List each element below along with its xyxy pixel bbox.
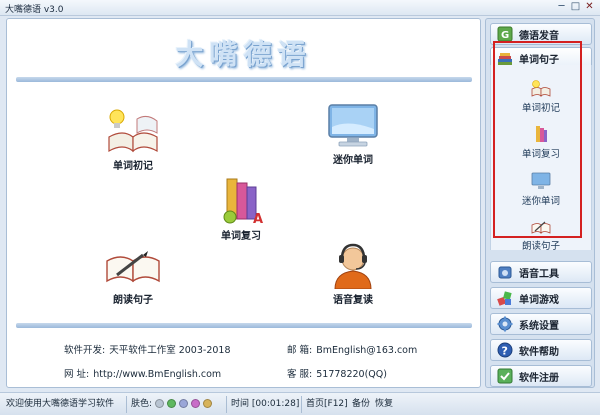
- status-divider: [226, 396, 227, 413]
- sub-item-label: 单词初记: [521, 103, 560, 114]
- info-label: 邮 箱:: [287, 345, 313, 356]
- time-value: [00:01:28]: [251, 399, 300, 409]
- window-controls: ─ □ ✕: [556, 2, 595, 13]
- info-website: 网 址: http://www.BmEnglish.com: [64, 366, 221, 380]
- book-lightbulb-icon: [108, 109, 158, 153]
- game-blocks-icon: [497, 291, 512, 306]
- info-value: http://www.BmEnglish.com: [93, 369, 222, 380]
- gear-icon: [497, 316, 513, 332]
- open-book-pen-icon: [106, 251, 160, 283]
- feature-label: 语音复读: [333, 295, 373, 306]
- info-value: BmEnglish@163.com: [316, 345, 418, 356]
- app-title: 大嘴德语: [175, 38, 312, 71]
- svg-text:G: G: [501, 30, 509, 41]
- help-icon: ?: [497, 342, 513, 358]
- status-divider: [126, 396, 127, 413]
- backup-button[interactable]: 备份: [352, 397, 370, 412]
- sub-item-word-review[interactable]: 单词复习: [491, 125, 591, 160]
- feature-label: 朗读句子: [113, 295, 153, 306]
- skin-label: 肤色:: [131, 399, 153, 409]
- skin-color-4[interactable]: [191, 399, 201, 408]
- books-stack-icon: A: [223, 178, 263, 225]
- sub-item-label: 朗读句子: [521, 241, 560, 252]
- status-divider: [301, 396, 302, 413]
- window-title: 大嘴德语 v3.0: [5, 5, 64, 15]
- time-label: 时间: [231, 399, 250, 409]
- monitor-icon: [531, 172, 551, 189]
- divider-top: [16, 77, 472, 82]
- feature-word-first-memorize[interactable]: 单词初记: [93, 107, 173, 172]
- register-icon: [497, 368, 513, 384]
- feature-voice-repeat[interactable]: 语音复读: [313, 241, 393, 306]
- feature-label: 迷你单词: [333, 155, 373, 166]
- home-button[interactable]: 首页[F12]: [306, 397, 348, 412]
- monitor-icon: [328, 104, 378, 147]
- skin-selector: 肤色:: [131, 397, 213, 412]
- sidebar-item-label: 语音工具: [519, 268, 559, 280]
- info-value: 51778220(QQ): [316, 369, 387, 380]
- books-icon: [498, 53, 512, 65]
- lightbulb-book-icon: [531, 80, 551, 97]
- info-service: 客 服: 51778220(QQ): [287, 366, 387, 380]
- feature-label: 单词复习: [221, 231, 261, 242]
- restore-button[interactable]: 恢复: [375, 397, 393, 412]
- maximize-button[interactable]: □: [570, 2, 581, 13]
- info-label: 网 址:: [64, 369, 90, 380]
- sidebar-item-register[interactable]: 软件注册: [490, 365, 592, 387]
- main-panel: 大嘴德语 单词初记 迷你单词 A 单词复习 朗读句子 语音复读 软件开发: 天平…: [6, 18, 481, 388]
- minimize-button[interactable]: ─: [556, 2, 567, 13]
- info-developer: 软件开发: 天平软件工作室 2003-2018: [64, 342, 231, 356]
- sidebar-item-label: 单词游戏: [519, 294, 559, 306]
- sidebar-item-settings[interactable]: 系统设置: [490, 313, 592, 335]
- sub-item-word-first[interactable]: 单词初记: [491, 79, 591, 114]
- svg-text:A: A: [253, 212, 263, 225]
- title-bar: 大嘴德语 v3.0 ─ □ ✕: [0, 0, 600, 16]
- sub-menu-panel: 单词初记 单词复习 迷你单词 朗读句子: [490, 65, 592, 252]
- sub-item-read-sentences[interactable]: 朗读句子: [491, 217, 591, 252]
- sidebar-item-word-games[interactable]: 单词游戏: [490, 287, 592, 309]
- status-time: 时间 [00:01:28]: [231, 397, 299, 412]
- feature-word-review[interactable]: A 单词复习: [201, 177, 281, 242]
- feature-read-sentences[interactable]: 朗读句子: [93, 241, 173, 306]
- sidebar: G 德语发音 单词句子 单词初记 单词复习 迷你单词 朗读句子 语音工具 单词游…: [485, 18, 595, 388]
- feature-label: 单词初记: [113, 161, 153, 172]
- feature-mini-words[interactable]: 迷你单词: [313, 101, 393, 166]
- close-button[interactable]: ✕: [584, 2, 595, 13]
- sidebar-item-label: 系统设置: [519, 320, 559, 332]
- sidebar-item-pronunciation[interactable]: G 德语发音: [490, 23, 592, 45]
- info-email: 邮 箱: BmEnglish@163.com: [287, 342, 417, 356]
- sub-item-label: 迷你单词: [521, 196, 560, 207]
- info-label: 软件开发:: [64, 345, 106, 356]
- skin-color-1[interactable]: [155, 399, 165, 408]
- skin-color-5[interactable]: [203, 399, 213, 408]
- skin-color-2[interactable]: [167, 399, 177, 408]
- sidebar-item-label: 单词句子: [519, 54, 559, 66]
- svg-text:?: ?: [502, 345, 508, 358]
- skin-color-3[interactable]: [179, 399, 189, 408]
- status-bar: 欢迎使用大嘴德语学习软件 肤色: 时间 [00:01:28] 首页[F12] 备…: [0, 392, 600, 415]
- sidebar-item-label: 软件注册: [519, 372, 559, 384]
- headset-person-icon: [334, 243, 372, 289]
- sidebar-item-label: 德语发音: [519, 30, 559, 42]
- divider-bottom: [16, 323, 472, 328]
- speaker-tool-icon: [498, 266, 512, 279]
- speaker-g-icon: G: [497, 26, 513, 42]
- sidebar-item-label: 软件帮助: [519, 346, 559, 358]
- sidebar-item-voice-tools[interactable]: 语音工具: [490, 261, 592, 283]
- info-label: 客 服:: [287, 369, 313, 380]
- sub-item-mini-words[interactable]: 迷你单词: [491, 172, 591, 207]
- sub-item-label: 单词复习: [521, 149, 560, 160]
- sidebar-item-help[interactable]: ? 软件帮助: [490, 339, 592, 361]
- books-stack-icon: [536, 126, 547, 142]
- info-value: 天平软件工作室 2003-2018: [109, 345, 231, 356]
- open-book-icon: [531, 221, 551, 234]
- status-welcome: 欢迎使用大嘴德语学习软件: [6, 399, 115, 409]
